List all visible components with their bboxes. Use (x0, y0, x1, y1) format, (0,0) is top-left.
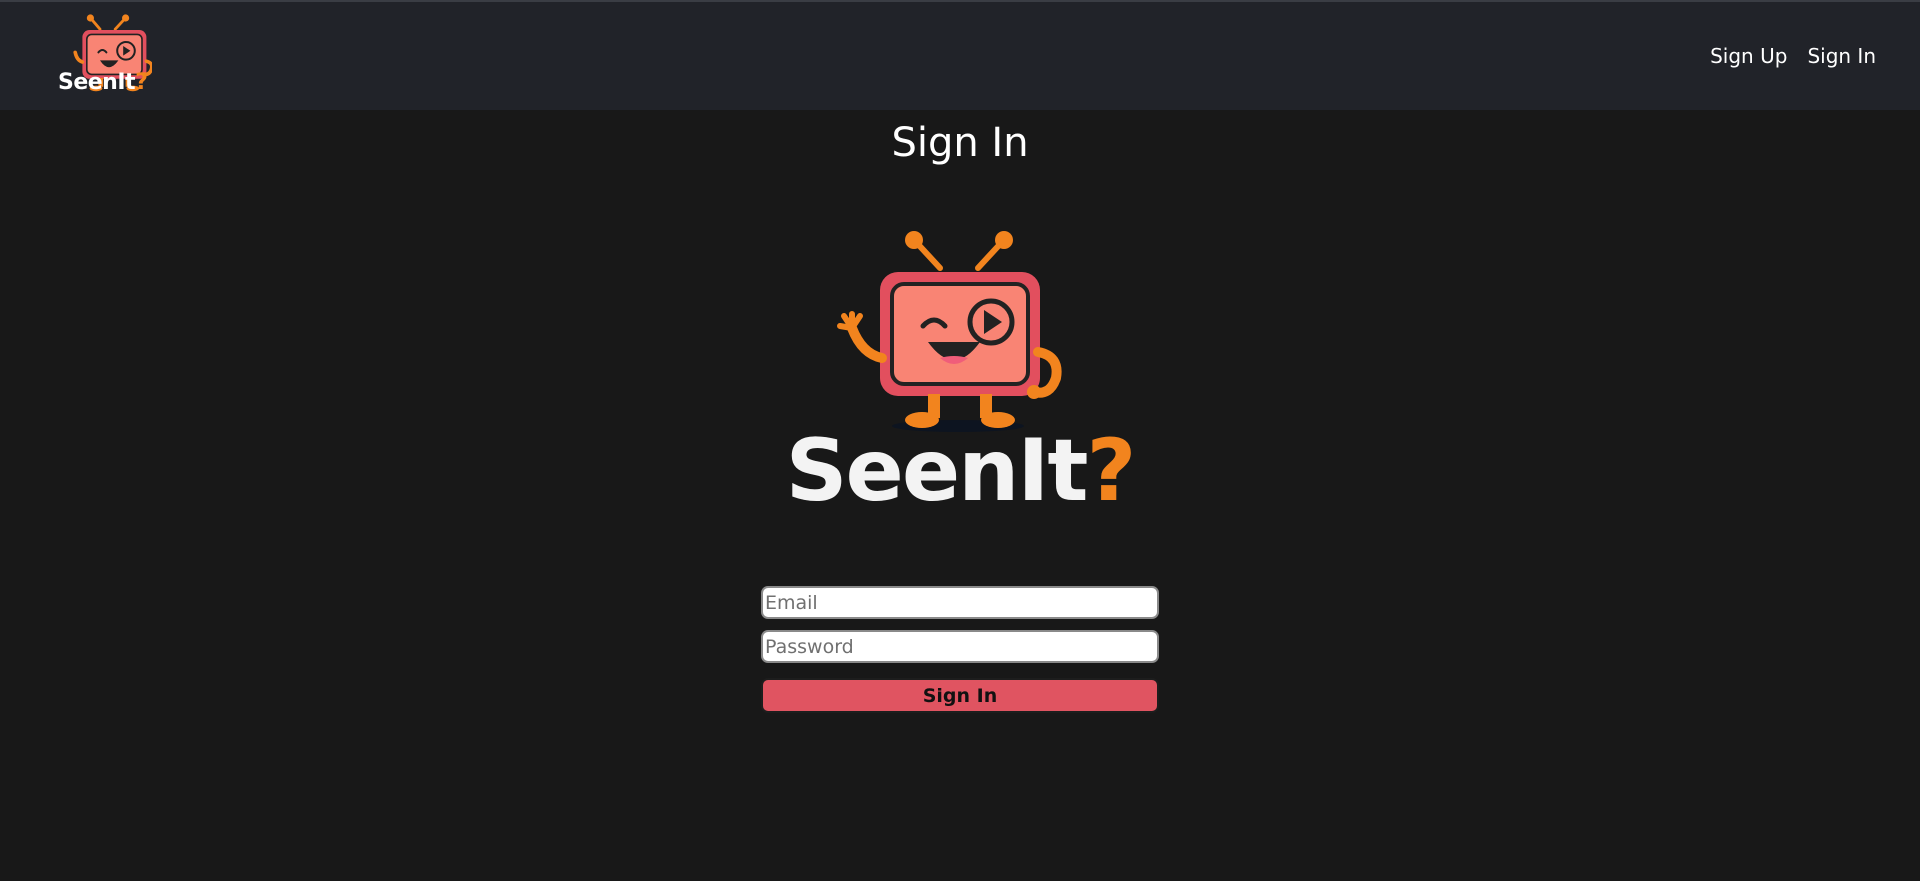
nav-links: Sign Up Sign In (1710, 44, 1876, 68)
nav-sign-in-link[interactable]: Sign In (1807, 44, 1876, 68)
nav-sign-up-link[interactable]: Sign Up (1710, 44, 1787, 68)
top-navbar: SeenIt? Sign Up Sign In (0, 0, 1920, 110)
nav-brand-logo[interactable]: SeenIt? (58, 70, 148, 95)
tv-mascot-icon (828, 228, 1068, 438)
sign-in-button[interactable]: Sign In (761, 678, 1159, 713)
nav-brand-accent: ? (135, 70, 148, 95)
email-input[interactable] (761, 586, 1159, 619)
nav-brand-text: SeenIt (58, 70, 136, 95)
hero-brand-text: SeenIt (785, 421, 1089, 521)
password-input[interactable] (761, 630, 1159, 663)
page-title: Sign In (891, 120, 1029, 166)
hero-brand-logo: SeenIt? (0, 428, 1920, 514)
hero-brand-accent: ? (1086, 421, 1137, 521)
sign-in-form: Sign In (761, 586, 1159, 713)
